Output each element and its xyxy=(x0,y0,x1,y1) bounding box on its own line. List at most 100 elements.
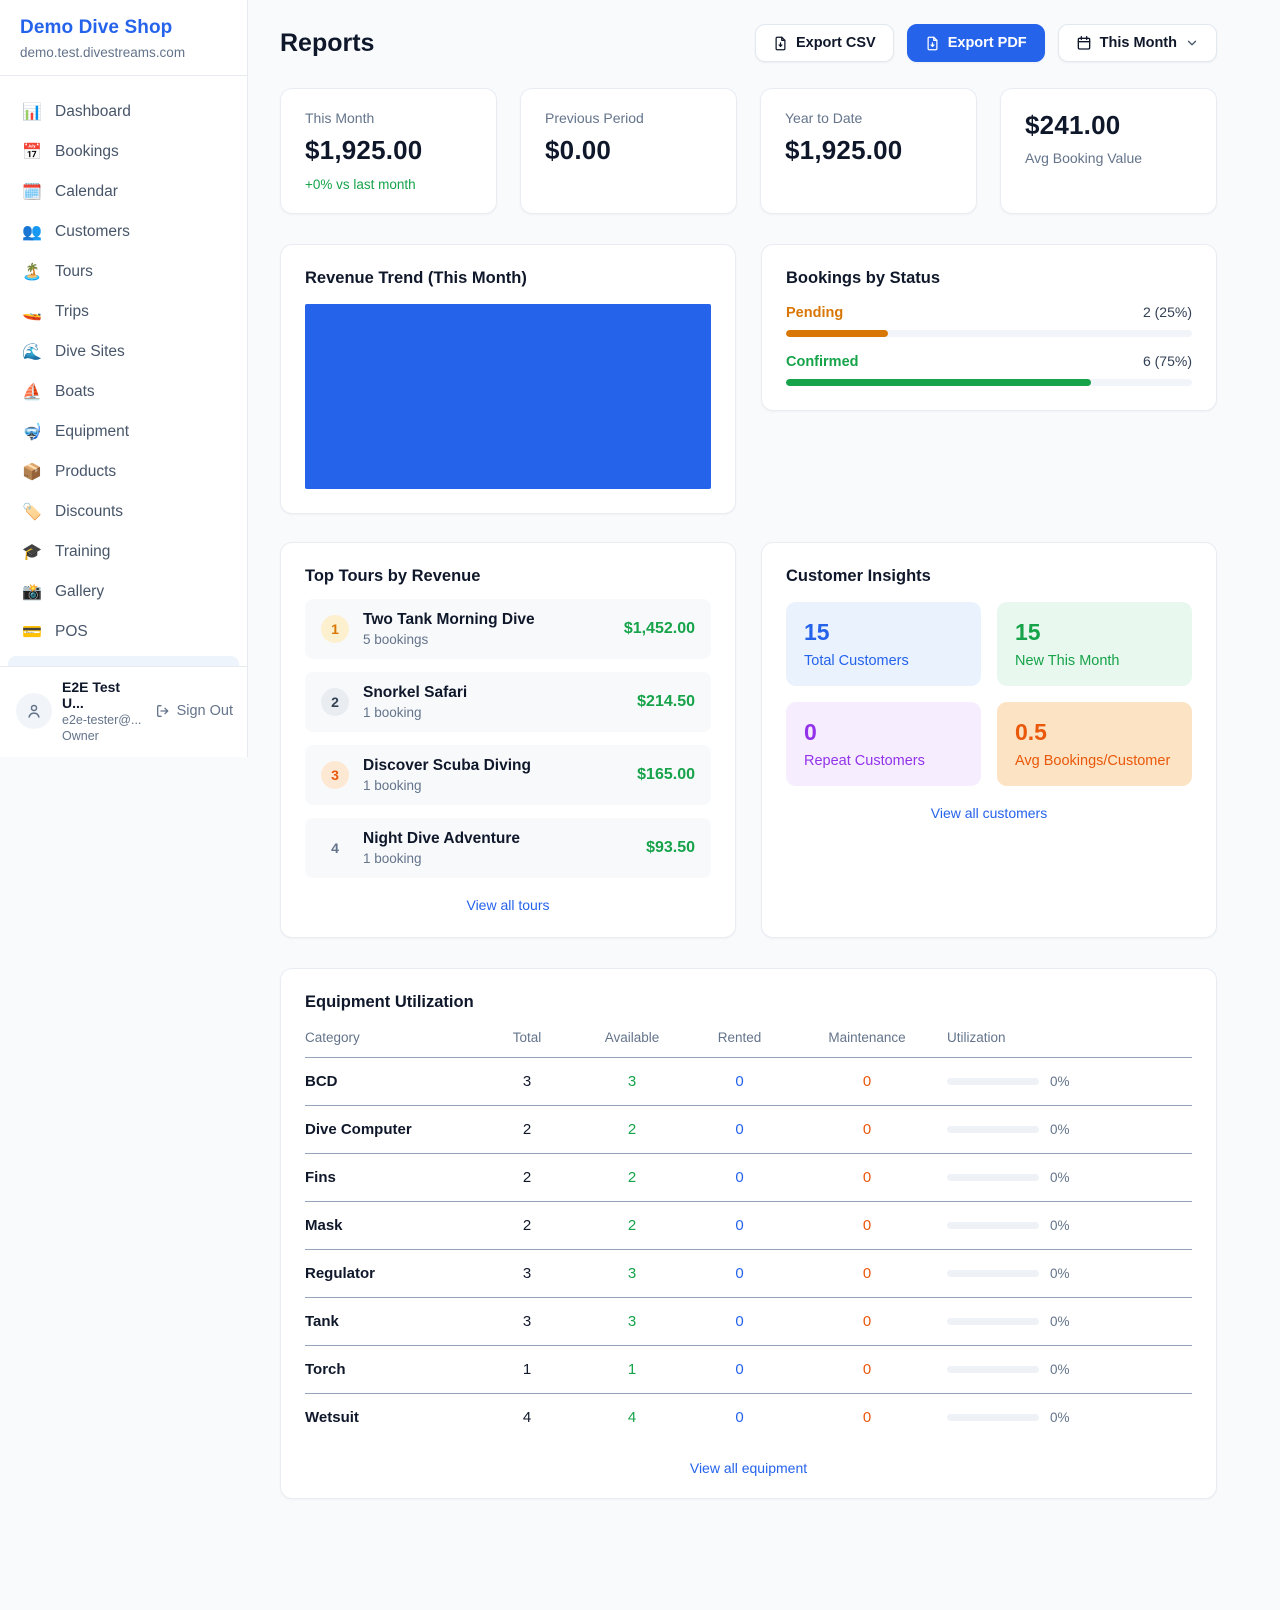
stat-label: Year to Date xyxy=(785,110,952,126)
tag-icon: 🏷️ xyxy=(22,502,42,522)
sidebar-item-training[interactable]: 🎓 Training xyxy=(8,532,239,572)
sidebar-item-label: Dashboard xyxy=(55,103,131,121)
sidebar-item-gallery[interactable]: 📸 Gallery xyxy=(8,572,239,612)
sidebar-item-trips[interactable]: 🚤 Trips xyxy=(8,292,239,332)
view-all-customers-link[interactable]: View all customers xyxy=(786,805,1192,821)
bookings-status-title: Bookings by Status xyxy=(786,269,1192,288)
table-row: Regulator 3 3 0 0 0% xyxy=(305,1250,1192,1298)
tour-name: Snorkel Safari xyxy=(363,684,467,702)
cell-utilization: 0% xyxy=(947,1122,1192,1137)
tile-value: 0.5 xyxy=(1015,719,1174,746)
tour-amount: $93.50 xyxy=(646,839,695,857)
cell-category: Fins xyxy=(305,1169,482,1186)
cell-utilization: 0% xyxy=(947,1362,1192,1377)
sidebar-item-bookings[interactable]: 📅 Bookings xyxy=(8,132,239,172)
top-tours-card: Top Tours by Revenue 1 Two Tank Morning … xyxy=(280,542,736,938)
page-title: Reports xyxy=(280,29,374,58)
status-label: Confirmed xyxy=(786,354,859,370)
cell-rented: 0 xyxy=(692,1265,787,1282)
revenue-trend-card: Revenue Trend (This Month) xyxy=(280,244,736,514)
dive-mask-icon: 🤿 xyxy=(22,422,42,442)
sidebar-item-label: POS xyxy=(55,623,88,641)
sidebar-item-customers[interactable]: 👥 Customers xyxy=(8,212,239,252)
cell-utilization: 0% xyxy=(947,1218,1192,1233)
cell-utilization: 0% xyxy=(947,1410,1192,1425)
col-header-rented: Rented xyxy=(692,1030,787,1045)
utilization-bar xyxy=(947,1414,1039,1421)
view-all-equipment-link[interactable]: View all equipment xyxy=(305,1460,1192,1476)
user-info: E2E Test U... e2e-tester@... Owner xyxy=(62,679,145,743)
cell-available: 2 xyxy=(572,1169,692,1186)
cell-available: 3 xyxy=(572,1073,692,1090)
cell-rented: 0 xyxy=(692,1313,787,1330)
user-footer: E2E Test U... e2e-tester@... Owner Sign … xyxy=(0,666,247,757)
speedboat-icon: 🚤 xyxy=(22,302,42,322)
shop-header: Demo Dive Shop demo.test.divestreams.com xyxy=(0,0,247,75)
tour-bookings: 1 booking xyxy=(363,778,531,793)
cell-utilization: 0% xyxy=(947,1170,1192,1185)
sign-out-button[interactable]: Sign Out xyxy=(155,703,233,719)
tile-value: 15 xyxy=(804,619,963,646)
equipment-title: Equipment Utilization xyxy=(305,993,1192,1012)
cell-total: 2 xyxy=(482,1169,572,1186)
credit-card-icon: 💳 xyxy=(22,622,42,642)
cell-category: Torch xyxy=(305,1361,482,1378)
utilization-pct: 0% xyxy=(1050,1218,1070,1233)
tile-value: 0 xyxy=(804,719,963,746)
sign-out-label: Sign Out xyxy=(177,703,233,719)
stat-cards: This Month $1,925.00 +0% vs last month P… xyxy=(280,88,1217,214)
utilization-pct: 0% xyxy=(1050,1122,1070,1137)
utilization-bar xyxy=(947,1222,1039,1229)
sidebar-item-products[interactable]: 📦 Products xyxy=(8,452,239,492)
cell-maintenance: 0 xyxy=(787,1121,947,1138)
sidebar-item-calendar[interactable]: 🗓️ Calendar xyxy=(8,172,239,212)
sidebar-item-label: Gallery xyxy=(55,583,104,601)
cell-total: 2 xyxy=(482,1217,572,1234)
stat-value: $1,925.00 xyxy=(305,135,472,166)
page-header: Reports Export CSV Export PDF xyxy=(280,24,1217,62)
stat-label: This Month xyxy=(305,110,472,126)
revenue-trend-chart xyxy=(305,304,711,489)
sidebar-item-label: Discounts xyxy=(55,503,123,521)
sidebar-item-dashboard[interactable]: 📊 Dashboard xyxy=(8,92,239,132)
island-icon: 🏝️ xyxy=(22,262,42,282)
sidebar-item-label: Training xyxy=(55,543,110,561)
stat-value: $241.00 xyxy=(1025,110,1192,141)
camera-icon: 📸 xyxy=(22,582,42,602)
status-row-pending: Pending 2 (25%) xyxy=(786,304,1192,337)
tour-bookings: 1 booking xyxy=(363,851,520,866)
sidebar-item-label: Bookings xyxy=(55,143,119,161)
view-all-tours-link[interactable]: View all tours xyxy=(305,897,711,913)
main-content: Reports Export CSV Export PDF xyxy=(248,0,1280,1539)
cell-available: 2 xyxy=(572,1121,692,1138)
tile-label: Avg Bookings/Customer xyxy=(1015,753,1174,769)
sidebar-item-boats[interactable]: ⛵ Boats xyxy=(8,372,239,412)
rank-badge: 1 xyxy=(321,615,349,643)
stat-card-year-to-date: Year to Date $1,925.00 xyxy=(760,88,977,214)
export-pdf-label: Export PDF xyxy=(948,35,1027,51)
sidebar-item-equipment[interactable]: 🤿 Equipment xyxy=(8,412,239,452)
cell-utilization: 0% xyxy=(947,1074,1192,1089)
wave-icon: 🌊 xyxy=(22,342,42,362)
user-icon xyxy=(25,702,43,720)
user-email: e2e-tester@... xyxy=(62,713,145,727)
cell-maintenance: 0 xyxy=(787,1073,947,1090)
tour-bookings: 1 booking xyxy=(363,705,467,720)
tile-total-customers: 15 Total Customers xyxy=(786,602,981,686)
export-csv-button[interactable]: Export CSV xyxy=(755,24,894,62)
cell-maintenance: 0 xyxy=(787,1265,947,1282)
export-pdf-button[interactable]: Export PDF xyxy=(907,24,1045,62)
sidebar-item-discounts[interactable]: 🏷️ Discounts xyxy=(8,492,239,532)
sidebar-item-tours[interactable]: 🏝️ Tours xyxy=(8,252,239,292)
sidebar-item-pos[interactable]: 💳 POS xyxy=(8,612,239,652)
cell-maintenance: 0 xyxy=(787,1169,947,1186)
equipment-utilization-card: Equipment Utilization Category Total Ava… xyxy=(280,968,1217,1499)
utilization-pct: 0% xyxy=(1050,1170,1070,1185)
sidebar-active-item-partial xyxy=(8,656,239,666)
period-select[interactable]: This Month xyxy=(1058,24,1217,62)
sidebar-item-label: Products xyxy=(55,463,116,481)
tile-value: 15 xyxy=(1015,619,1174,646)
tour-row: 4 Night Dive Adventure 1 booking $93.50 xyxy=(305,818,711,878)
sidebar-item-dive-sites[interactable]: 🌊 Dive Sites xyxy=(8,332,239,372)
col-header-maintenance: Maintenance xyxy=(787,1030,947,1045)
